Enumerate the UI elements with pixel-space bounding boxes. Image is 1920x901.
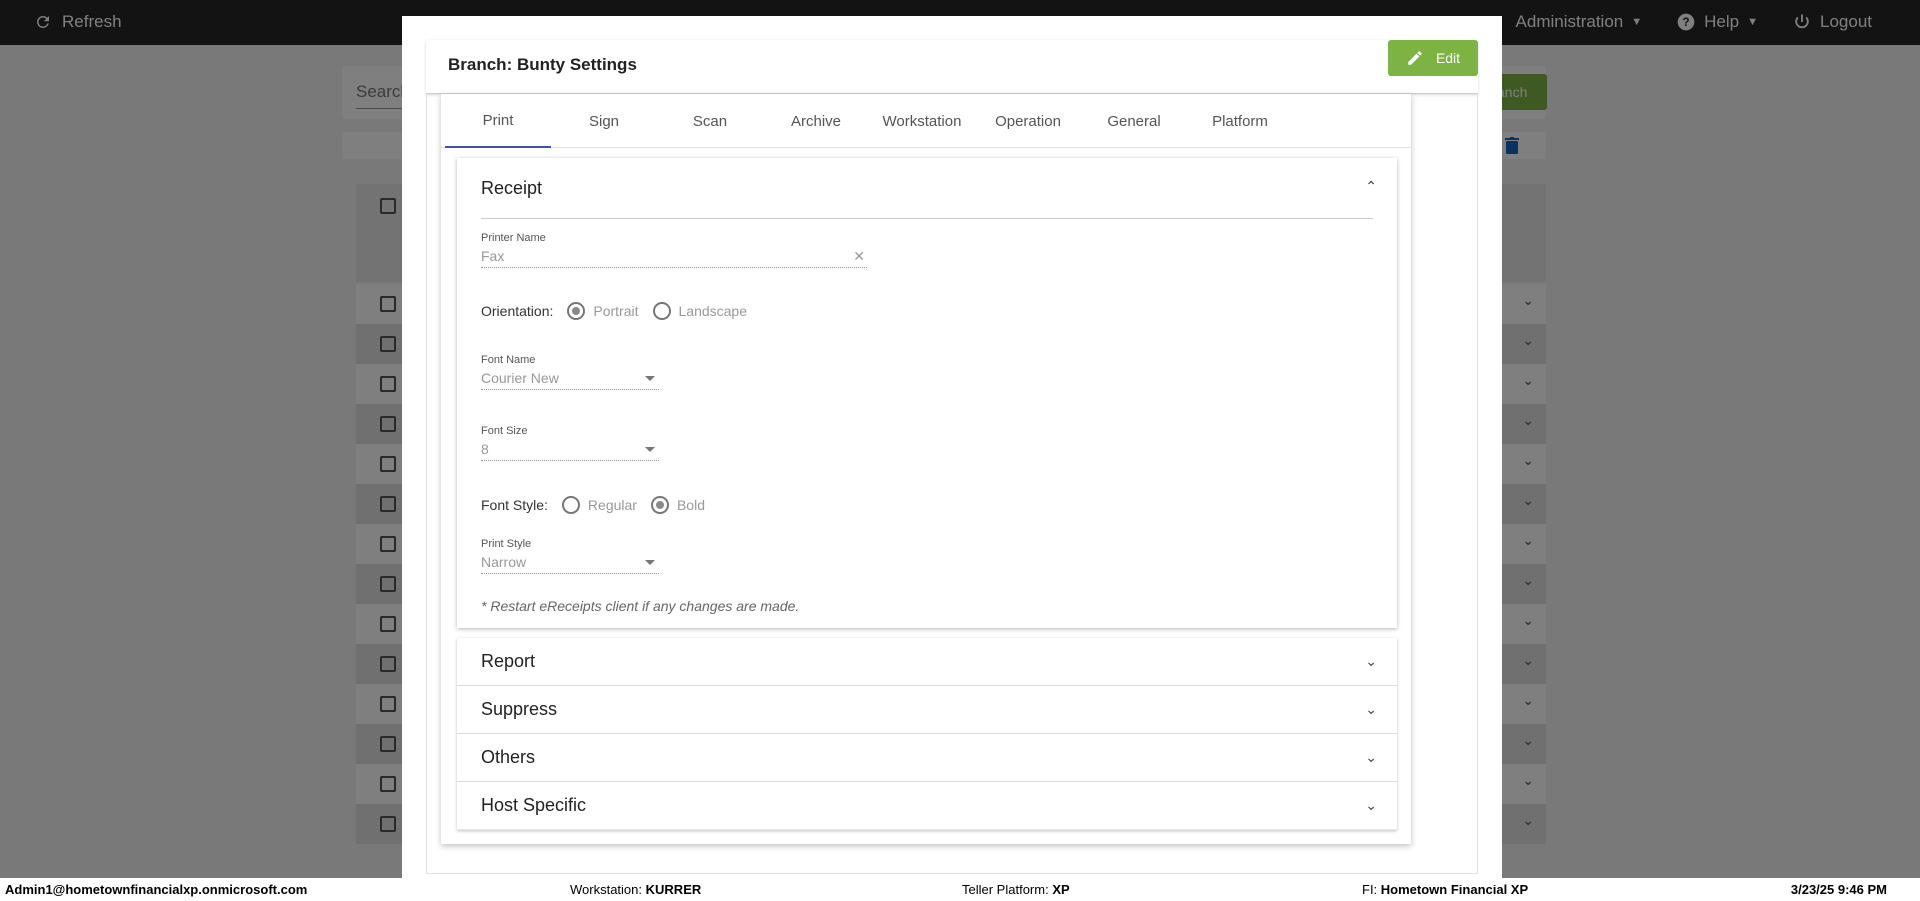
- modal-title: Branch: Bunty Settings: [448, 55, 637, 74]
- font-style-label: Font Style:: [481, 497, 548, 513]
- tab-general[interactable]: General: [1081, 94, 1187, 148]
- tab-platform[interactable]: Platform: [1187, 94, 1293, 148]
- report-panel[interactable]: Report ⌄: [457, 638, 1397, 686]
- printer-name-field[interactable]: Fax ✕: [481, 246, 867, 268]
- font-size-value: 8: [481, 441, 489, 457]
- receipt-panel: Receipt ⌃ Printer Name Fax ✕ Orientation…: [457, 158, 1397, 628]
- chevron-down-icon[interactable]: ⌄: [1365, 701, 1377, 718]
- settings-tabs: Print Sign Scan Archive Workstation Oper…: [441, 94, 1411, 148]
- modal-body: Print Sign Scan Archive Workstation Oper…: [426, 94, 1478, 874]
- portrait-radio[interactable]: [567, 302, 586, 320]
- orientation-group: Orientation: Portrait Landscape: [481, 302, 761, 320]
- status-user: Admin1@hometownfinancialxp.onmicrosoft.c…: [5, 882, 308, 897]
- others-panel-title: Others: [481, 747, 536, 767]
- restart-note: * Restart eReceipts client if any change…: [481, 598, 800, 614]
- font-size-label: Font Size: [481, 425, 528, 437]
- chevron-down-icon[interactable]: ⌄: [1365, 653, 1377, 670]
- chevron-up-icon[interactable]: ⌃: [1365, 178, 1377, 195]
- dropdown-arrow-icon: [645, 376, 655, 381]
- print-style-label: Print Style: [481, 538, 532, 550]
- bold-label: Bold: [676, 497, 705, 513]
- font-size-select[interactable]: 8: [481, 439, 659, 461]
- bold-radio[interactable]: [650, 496, 669, 514]
- print-style-select[interactable]: Narrow: [481, 552, 659, 574]
- printer-name-label: Printer Name: [481, 232, 546, 244]
- others-panel[interactable]: Others ⌄: [457, 734, 1397, 782]
- portrait-label: Portrait: [593, 303, 639, 319]
- dropdown-arrow-icon: [645, 447, 655, 452]
- suppress-panel[interactable]: Suppress ⌄: [457, 686, 1397, 734]
- regular-radio[interactable]: [561, 496, 580, 514]
- regular-label: Regular: [587, 497, 637, 513]
- host-specific-panel[interactable]: Host Specific ⌄: [457, 782, 1397, 830]
- branch-settings-modal: Branch: Bunty Settings Edit Print Sign S…: [402, 16, 1502, 885]
- suppress-panel-title: Suppress: [481, 699, 558, 719]
- panel-divider: [481, 218, 1373, 219]
- pencil-icon: [1408, 51, 1422, 65]
- tab-workstation[interactable]: Workstation: [869, 94, 975, 148]
- font-style-group: Font Style: Regular Bold: [481, 496, 719, 514]
- orientation-label: Orientation:: [481, 303, 554, 319]
- landscape-radio[interactable]: [652, 302, 671, 320]
- dropdown-arrow-icon: [645, 560, 655, 565]
- report-panel-title: Report: [481, 651, 536, 671]
- tab-print[interactable]: Print: [445, 94, 551, 148]
- edit-button[interactable]: Edit: [1388, 40, 1478, 76]
- tab-archive[interactable]: Archive: [763, 94, 869, 148]
- chevron-down-icon[interactable]: ⌄: [1365, 797, 1377, 814]
- printer-name-value: Fax: [481, 248, 505, 264]
- font-name-value: Courier New: [481, 370, 559, 386]
- tab-sign[interactable]: Sign: [551, 94, 657, 148]
- tab-scan[interactable]: Scan: [657, 94, 763, 148]
- clear-icon[interactable]: ✕: [853, 248, 865, 265]
- receipt-panel-title[interactable]: Receipt: [481, 178, 542, 199]
- font-name-select[interactable]: Courier New: [481, 368, 659, 390]
- print-style-value: Narrow: [481, 554, 527, 570]
- chevron-down-icon[interactable]: ⌄: [1365, 749, 1377, 766]
- host-specific-panel-title: Host Specific: [481, 795, 587, 815]
- status-datetime: 3/23/25 9:46 PM: [1790, 882, 1887, 897]
- edit-label: Edit: [1435, 50, 1461, 66]
- modal-header: Branch: Bunty Settings Edit: [426, 40, 1478, 94]
- tab-operation[interactable]: Operation: [975, 94, 1081, 148]
- settings-card: Print Sign Scan Archive Workstation Oper…: [441, 94, 1411, 844]
- landscape-label: Landscape: [678, 303, 748, 319]
- font-name-label: Font Name: [481, 354, 536, 366]
